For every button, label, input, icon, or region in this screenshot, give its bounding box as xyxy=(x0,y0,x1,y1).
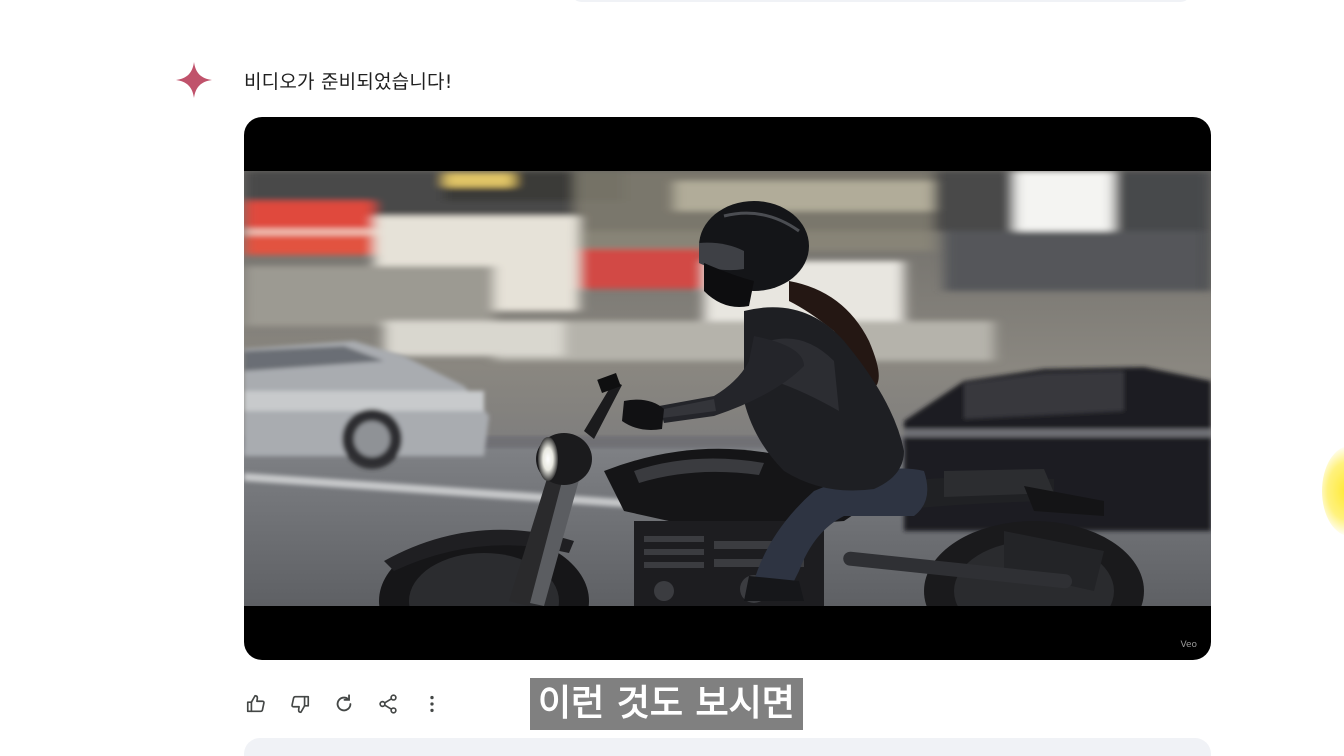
video-frame xyxy=(244,171,1211,606)
cursor-highlight xyxy=(1322,446,1344,536)
thumbs-up-button[interactable] xyxy=(244,692,268,716)
previous-message-bubble xyxy=(570,0,1192,2)
chat-page: 비디오가 준비되었습니다! Veo 이런 것도 보시면 xyxy=(0,0,1344,756)
next-message-bubble xyxy=(244,738,1211,756)
share-button[interactable] xyxy=(376,692,400,716)
thumbs-up-icon xyxy=(246,694,265,713)
veo-watermark: Veo xyxy=(1180,640,1197,650)
regenerate-button[interactable] xyxy=(332,692,356,716)
more-vert-icon xyxy=(430,695,434,713)
response-text: 비디오가 준비되었습니다! xyxy=(244,71,453,93)
response-actions xyxy=(244,690,464,718)
regenerate-icon xyxy=(336,694,352,712)
thumbs-down-icon xyxy=(291,695,310,714)
gemini-sparkle-icon xyxy=(176,62,212,98)
more-options-button[interactable] xyxy=(420,692,444,716)
video-subtitle-caption: 이런 것도 보시면 xyxy=(530,678,803,730)
thumbs-down-button[interactable] xyxy=(288,692,312,716)
video-player[interactable]: Veo xyxy=(244,117,1211,660)
share-icon xyxy=(379,694,397,714)
